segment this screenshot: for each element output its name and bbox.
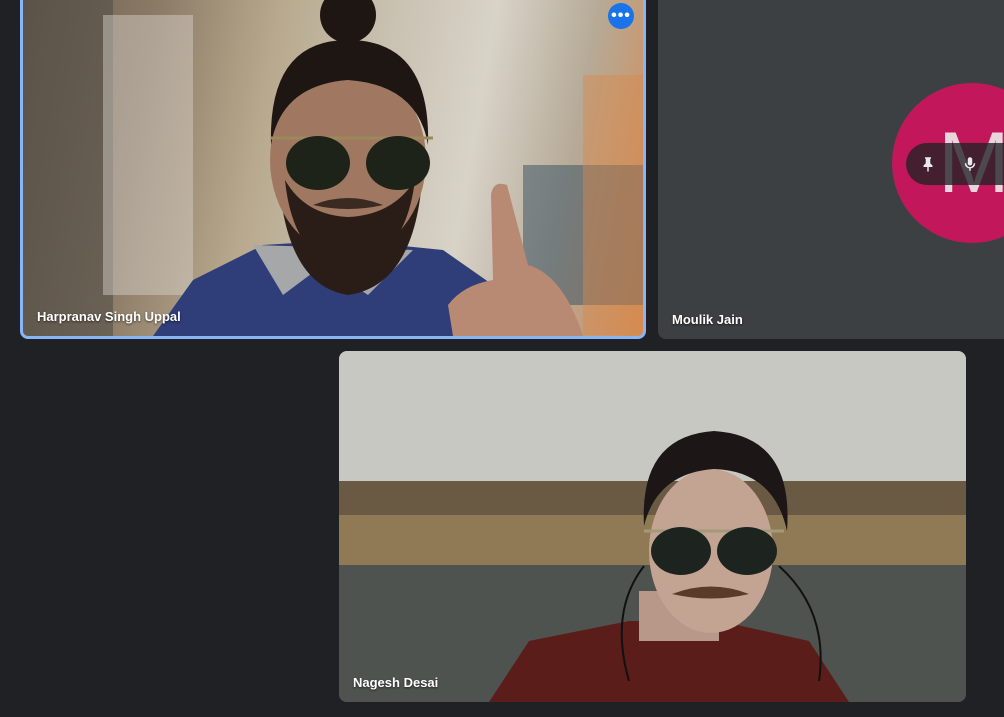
participant-name: Nagesh Desai (353, 675, 439, 690)
participant-name: Harpranav Singh Uppal (37, 309, 181, 324)
participant-tile-harpranav[interactable]: ••• Harpranav Singh Uppal (20, 0, 646, 339)
video-feed (23, 0, 643, 336)
pin-button[interactable] (916, 152, 940, 176)
more-options-button[interactable]: ••• (608, 3, 634, 29)
mic-icon (964, 157, 976, 171)
tile-hover-controls (906, 143, 1004, 185)
pin-icon (923, 157, 933, 172)
participant-name: Moulik Jain (672, 312, 743, 327)
meeting-stage: ••• Harpranav Singh Uppal M Moulik Jain (0, 0, 1004, 717)
participant-tile-moulik[interactable]: M Moulik Jain (658, 0, 1004, 339)
participant-tile-nagesh[interactable]: Nagesh Desai (339, 351, 966, 702)
mic-button[interactable] (958, 152, 982, 176)
video-feed (339, 351, 966, 702)
more-horizontal-icon: ••• (611, 7, 631, 24)
